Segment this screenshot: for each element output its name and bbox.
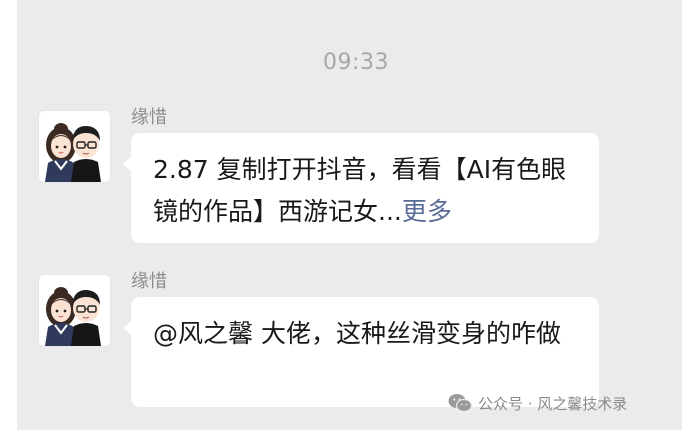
avatar[interactable] bbox=[39, 111, 110, 182]
chat-timestamp: 09:33 bbox=[323, 50, 389, 75]
couple-avatar-icon bbox=[39, 111, 110, 182]
avatar[interactable] bbox=[39, 275, 110, 346]
message-text: 2.87 复制打开抖音，看看【AI有色眼镜的作品】西游记女...更多 bbox=[153, 149, 583, 233]
more-link[interactable]: 更多 bbox=[402, 197, 452, 226]
wechat-icon bbox=[448, 394, 472, 413]
watermark: 公众号 · 风之馨技术录 bbox=[448, 388, 627, 418]
sender-name: 缘惜 bbox=[131, 107, 167, 128]
couple-avatar-icon bbox=[39, 275, 110, 346]
watermark-text: 公众号 · 风之馨技术录 bbox=[478, 394, 628, 413]
bubble-tail bbox=[123, 156, 132, 172]
message-text-content: 2.87 复制打开抖音，看看【AI有色眼镜的作品】西游记女... bbox=[153, 155, 567, 226]
message-bubble[interactable]: 2.87 复制打开抖音，看看【AI有色眼镜的作品】西游记女...更多 bbox=[123, 133, 599, 243]
chat-screen: 09:33 缘惜 2.87 复制打开抖音，看看【AI有色眼镜的作品】西游记女..… bbox=[0, 0, 687, 430]
message-text: @风之馨 大佬，这种丝滑变身的咋做 bbox=[153, 319, 561, 348]
bubble-tail bbox=[123, 320, 132, 336]
sender-name: 缘惜 bbox=[131, 271, 167, 292]
